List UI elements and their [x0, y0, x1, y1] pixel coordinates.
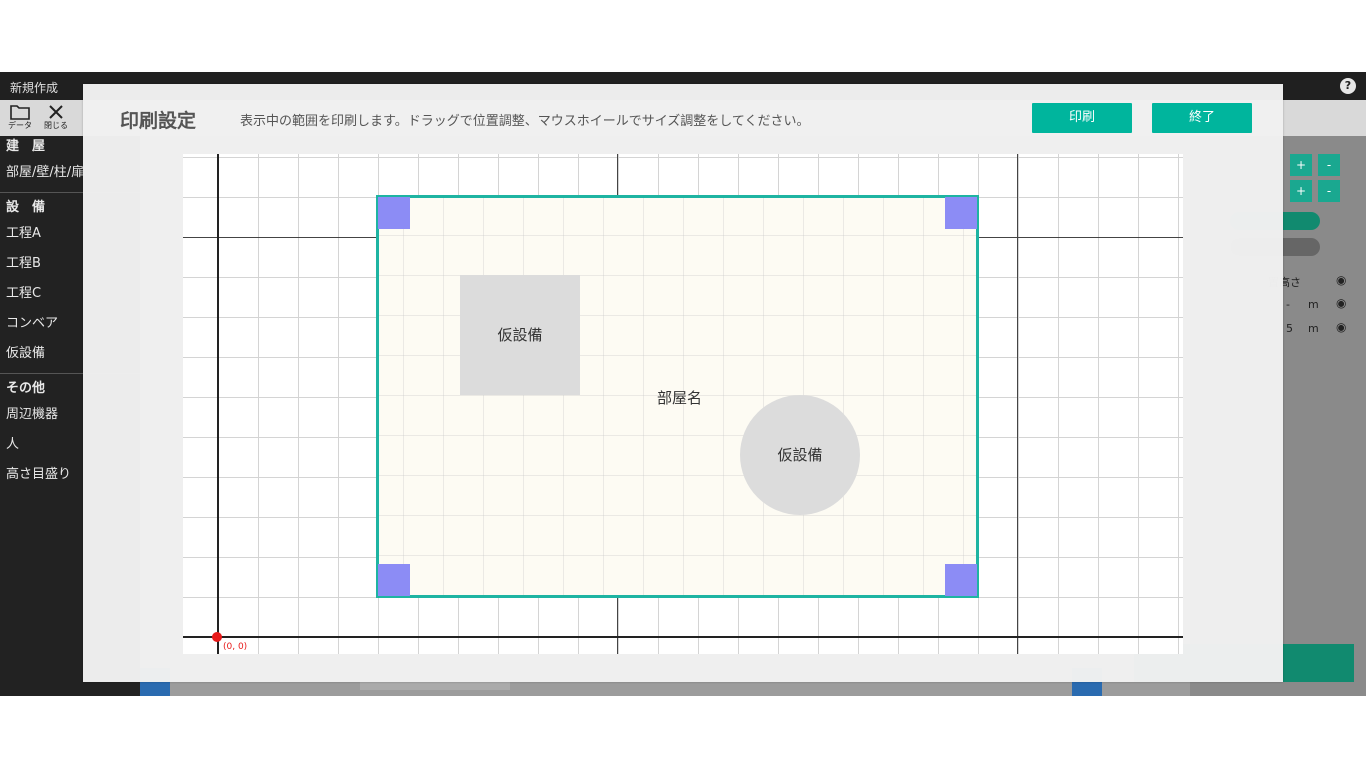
zoom-out-button[interactable]: - [1318, 154, 1340, 176]
unit-label: m [1308, 298, 1319, 311]
dialog-title: 印刷設定 [120, 110, 197, 132]
print-preview-area[interactable]: 仮設備 部屋名 仮設備 (0, 0) [183, 154, 1183, 654]
zoom-in-button[interactable]: + [1290, 154, 1312, 176]
print-range-frame[interactable]: 仮設備 部屋名 仮設備 [376, 195, 979, 598]
add-button[interactable]: + [1290, 180, 1312, 202]
x-axis [183, 636, 1183, 638]
eye-icon[interactable]: ◉ [1336, 320, 1346, 334]
end-button[interactable]: 終了 [1152, 103, 1252, 133]
app-title: 新規作成 [10, 81, 59, 95]
height-value-1: - [1286, 298, 1290, 311]
print-button[interactable]: 印刷 [1032, 103, 1132, 133]
resize-handle-bottom-left[interactable] [378, 564, 410, 596]
remove-button[interactable]: - [1318, 180, 1340, 202]
close-icon [49, 105, 63, 119]
eye-icon[interactable]: ◉ [1336, 296, 1346, 310]
close-button[interactable]: 閉じる [36, 102, 76, 134]
resize-handle-top-left[interactable] [378, 197, 410, 229]
origin-label: (0, 0) [223, 642, 248, 652]
data-button[interactable]: データ [0, 102, 40, 134]
y-axis [217, 154, 219, 654]
dialog-description: 表示中の範囲を印刷します。ドラッグで位置調整、マウスホイールでサイズ調整をしてく… [240, 114, 810, 129]
origin-marker [212, 632, 222, 642]
eye-icon[interactable]: ◉ [1336, 273, 1346, 287]
close-button-label: 閉じる [44, 121, 68, 130]
temporary-equipment-circle[interactable]: 仮設備 [740, 395, 860, 515]
folder-icon [10, 105, 30, 120]
height-value-2: 5 [1286, 322, 1293, 335]
temporary-equipment-rect[interactable]: 仮設備 [460, 275, 580, 395]
help-icon[interactable]: ? [1340, 78, 1356, 94]
print-settings-dialog: 印刷設定 表示中の範囲を印刷します。ドラッグで位置調整、マウスホイールでサイズ調… [83, 84, 1283, 682]
major-grid-line [1017, 154, 1018, 654]
data-button-label: データ [8, 121, 32, 130]
unit-label: m [1308, 322, 1319, 335]
room-name-label: 部屋名 [657, 389, 703, 407]
resize-handle-top-right[interactable] [945, 197, 977, 229]
resize-handle-bottom-right[interactable] [945, 564, 977, 596]
